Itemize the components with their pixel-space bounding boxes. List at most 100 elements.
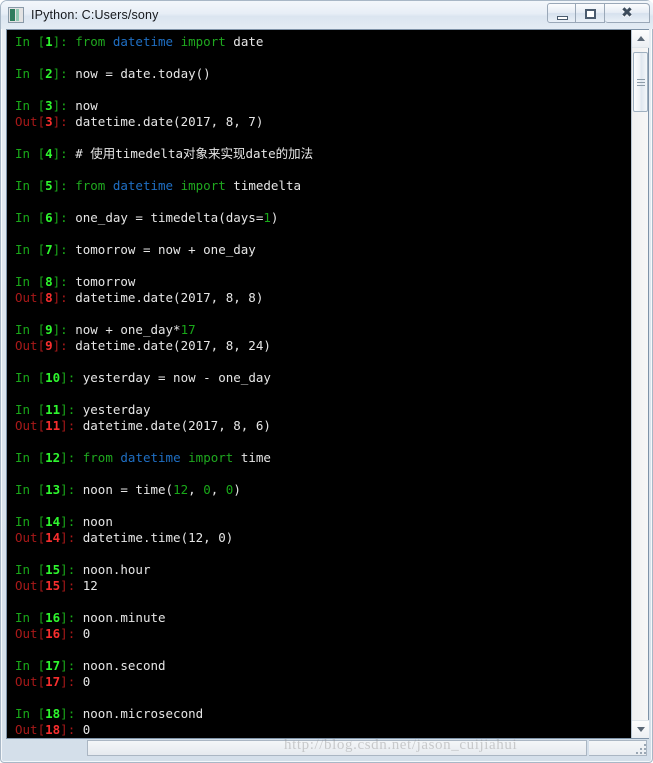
scroll-up-arrow[interactable] xyxy=(632,30,649,48)
prompt-out-label: Out[ xyxy=(15,290,46,305)
ipython-window: IPython: C:Users/sony ✖ In [1]: from dat… xyxy=(0,0,653,763)
prompt-number: 3 xyxy=(45,98,53,113)
code-segment: datetime.date(2017, 8, 6) xyxy=(82,418,271,433)
code-segment: time xyxy=(233,450,271,465)
console-input-line: In [13]: noon = time(12, 0, 0) xyxy=(15,482,631,498)
prompt-in-label: In [ xyxy=(15,66,46,81)
prompt-bracket: ]: xyxy=(60,722,83,737)
code-segment: noon.hour xyxy=(82,562,151,577)
prompt-bracket: ]: xyxy=(52,274,76,289)
minimize-icon xyxy=(557,16,568,20)
prompt-bracket: ]: xyxy=(52,290,76,305)
prompt-bracket: ]: xyxy=(60,610,83,625)
code-segment: ) xyxy=(233,482,241,497)
prompt-bracket: ]: xyxy=(60,706,83,721)
console-input-line: In [3]: now xyxy=(15,98,631,114)
prompt-out-label: Out[ xyxy=(15,530,46,545)
scroll-down-arrow[interactable] xyxy=(632,720,649,738)
code-segment: yesterday = now - one_day xyxy=(82,370,271,385)
prompt-number: 7 xyxy=(45,242,53,257)
title-bar[interactable]: IPython: C:Users/sony ✖ xyxy=(1,1,653,29)
prompt-number: 18 xyxy=(45,706,61,721)
console-output[interactable]: In [1]: from datetime import date In [2]… xyxy=(7,30,631,738)
prompt-number: 6 xyxy=(45,210,53,225)
prompt-in-label: In [ xyxy=(15,706,46,721)
prompt-in-label: In [ xyxy=(15,34,46,49)
prompt-number: 11 xyxy=(45,418,61,433)
code-segment: from xyxy=(75,178,106,193)
prompt-bracket: ]: xyxy=(60,370,83,385)
code-segment: 12 xyxy=(82,578,98,593)
prompt-number: 15 xyxy=(45,562,61,577)
prompt-in-label: In [ xyxy=(15,210,46,225)
prompt-number: 17 xyxy=(45,658,61,673)
prompt-in-label: In [ xyxy=(15,658,46,673)
prompt-bracket: ]: xyxy=(60,482,83,497)
prompt-bracket: ]: xyxy=(60,514,83,529)
prompt-number: 12 xyxy=(45,450,61,465)
code-segment: datetime xyxy=(112,34,174,49)
prompt-number: 3 xyxy=(45,114,53,129)
prompt-in-label: In [ xyxy=(15,610,46,625)
chevron-up-icon xyxy=(636,36,645,41)
code-segment: now + one_day* xyxy=(75,322,181,337)
prompt-in-label: In [ xyxy=(15,274,46,289)
prompt-number: 16 xyxy=(45,610,61,625)
prompt-number: 11 xyxy=(45,402,61,417)
code-segment: from xyxy=(75,34,106,49)
window-controls: ✖ xyxy=(547,3,650,23)
prompt-number: 9 xyxy=(45,322,53,337)
prompt-number: 4 xyxy=(45,146,53,161)
code-segment: 0 xyxy=(82,722,91,737)
prompt-out-label: Out[ xyxy=(15,338,46,353)
code-segment: 12 xyxy=(173,482,189,497)
console-input-line: In [11]: yesterday xyxy=(15,402,631,418)
prompt-in-label: In [ xyxy=(15,322,46,337)
scroll-thumb[interactable] xyxy=(633,52,648,112)
console-output-line: Out[11]: datetime.date(2017, 8, 6) xyxy=(15,418,631,434)
code-segment: noon = time( xyxy=(82,482,174,497)
prompt-bracket: ]: xyxy=(60,674,83,689)
code-segment: noon.minute xyxy=(82,610,166,625)
code-segment: 17 xyxy=(180,322,196,337)
prompt-bracket: ]: xyxy=(52,322,76,337)
close-button[interactable]: ✖ xyxy=(605,3,650,23)
code-segment: datetime.date(2017, 8, 7) xyxy=(75,114,264,129)
console-input-line: In [5]: from datetime import timedelta xyxy=(15,178,631,194)
close-icon: ✖ xyxy=(621,5,633,21)
prompt-number: 13 xyxy=(45,482,61,497)
code-segment: import xyxy=(180,34,226,49)
code-segment: 0 xyxy=(82,626,91,641)
code-segment: timedelta xyxy=(225,178,302,193)
prompt-number: 16 xyxy=(45,626,61,641)
console-input-line: In [1]: from datetime import date xyxy=(15,34,631,50)
prompt-in-label: In [ xyxy=(15,98,46,113)
prompt-out-label: Out[ xyxy=(15,114,46,129)
restore-button[interactable] xyxy=(576,3,605,23)
vertical-scrollbar[interactable] xyxy=(631,30,649,738)
console-input-line: In [15]: noon.hour xyxy=(15,562,631,578)
prompt-in-label: In [ xyxy=(15,370,46,385)
code-segment: tomorrow = now + one_day xyxy=(75,242,256,257)
console-input-line: In [10]: yesterday = now - one_day xyxy=(15,370,631,386)
prompt-bracket: ]: xyxy=(52,34,76,49)
minimize-button[interactable] xyxy=(547,3,576,23)
prompt-number: 1 xyxy=(45,34,53,49)
resize-grip[interactable] xyxy=(634,742,646,754)
console-input-line: In [18]: noon.microsecond xyxy=(15,706,631,722)
